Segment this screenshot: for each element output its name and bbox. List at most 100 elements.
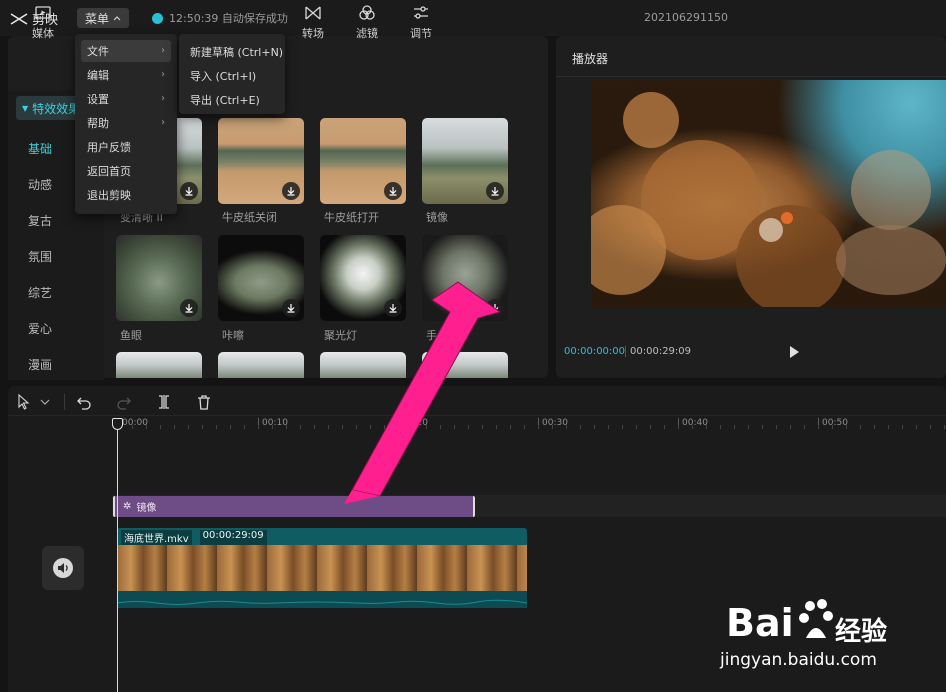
ruler-minor-tick <box>706 425 707 429</box>
category-love[interactable]: 爱心 <box>28 320 52 337</box>
menu-item-file[interactable]: 文件 › <box>81 40 171 62</box>
effect-thumb-kraft-open[interactable] <box>320 118 406 204</box>
split-icon[interactable] <box>156 394 172 410</box>
menu-item-edit-label: 编辑 <box>87 69 109 82</box>
download-icon[interactable] <box>384 182 402 200</box>
watermark-jingyan: 经验 <box>835 617 888 647</box>
effect-thumb-mirror[interactable] <box>422 118 508 204</box>
ruler-minor-tick <box>300 425 301 429</box>
menu-item-home[interactable]: 返回首页 <box>81 160 171 182</box>
menu-item-settings-label: 设置 <box>87 93 109 106</box>
menu-item-feedback[interactable]: 用户反馈 <box>81 136 171 158</box>
menu-item-settings[interactable]: 设置 › <box>81 88 171 110</box>
chevron-right-icon: › <box>161 93 165 104</box>
adjust-icon <box>414 6 428 19</box>
category-atmosphere[interactable]: 氛围 <box>28 248 52 265</box>
playhead-handle[interactable] <box>112 418 123 430</box>
delete-icon[interactable] <box>196 394 212 410</box>
menu-item-exit[interactable]: 退出剪映 <box>81 184 171 206</box>
autosave-status: 12:50:39 自动保存成功 <box>152 10 288 26</box>
effect-thumb-click[interactable] <box>218 235 304 321</box>
undo-icon[interactable] <box>76 394 92 410</box>
effect-thumb-row3-1[interactable] <box>116 352 202 378</box>
time-ruler[interactable] <box>112 416 946 430</box>
effect-thumb-kraft-close[interactable] <box>218 118 304 204</box>
ruler-minor-tick <box>832 425 833 429</box>
chevron-up-icon <box>113 16 121 21</box>
ruler-minor-tick <box>622 425 623 429</box>
chevron-right-icon: › <box>161 45 165 56</box>
select-cursor-icon[interactable] <box>16 394 32 410</box>
download-icon[interactable] <box>180 182 198 200</box>
coral-reef-image <box>591 92 946 307</box>
ruler-minor-tick <box>678 425 679 429</box>
ruler-minor-tick <box>160 425 161 429</box>
submenu-import[interactable]: 导入 (Ctrl+I) <box>190 68 256 84</box>
chevron-right-icon: › <box>161 69 165 80</box>
play-icon[interactable] <box>788 345 800 359</box>
main-menu-dropdown: 文件 › 编辑 › 设置 › 帮助 › 用户反馈 返回首页 退出剪映 <box>75 34 177 214</box>
download-icon[interactable] <box>282 182 300 200</box>
ruler-label: 00:40 <box>682 418 708 428</box>
ruler-minor-tick <box>216 425 217 429</box>
watermark-site: jingyan.baidu.com <box>720 650 877 670</box>
ruler-label: 00:30 <box>542 418 568 428</box>
ruler-minor-tick <box>888 425 889 429</box>
menu-item-help[interactable]: 帮助 › <box>81 112 171 134</box>
video-clip-header: 海底世界.mkv 00:00:29:09 <box>121 530 267 545</box>
ruler-minor-tick <box>734 425 735 429</box>
ruler-minor-tick <box>538 425 539 429</box>
ruler-minor-tick <box>790 425 791 429</box>
ruler-minor-tick <box>552 425 553 429</box>
category-basic[interactable]: 基础 <box>28 140 52 157</box>
ruler-label: 00:00 <box>122 418 148 428</box>
filter-icon <box>359 5 375 20</box>
effect-thumb-row3-2[interactable] <box>218 352 304 378</box>
menu-item-help-label: 帮助 <box>87 117 109 130</box>
mute-track-button[interactable] <box>42 546 84 590</box>
submenu-export[interactable]: 导出 (Ctrl+E) <box>190 92 260 108</box>
category-comic[interactable]: 漫画 <box>28 356 52 373</box>
clip-filmstrip <box>117 545 527 591</box>
ruler-minor-tick <box>174 425 175 429</box>
effect-label-fisheye: 鱼眼 <box>120 329 142 342</box>
transition-icon <box>305 6 321 20</box>
chevron-down-icon[interactable] <box>40 398 50 406</box>
category-retro[interactable]: 复古 <box>28 212 52 229</box>
check-circle-icon <box>152 12 163 24</box>
ruler-minor-tick <box>580 425 581 429</box>
effect-thumb-fisheye[interactable] <box>116 235 202 321</box>
chevron-right-icon: › <box>161 117 165 128</box>
project-name: 202106291150 <box>644 11 728 24</box>
effect-label-kraft-close: 牛皮纸关闭 <box>222 211 277 224</box>
tool-media[interactable]: 媒体 <box>18 4 68 44</box>
menu-item-edit[interactable]: 编辑 › <box>81 64 171 86</box>
redo-icon[interactable] <box>116 394 132 410</box>
video-clip-duration: 00:00:29:09 <box>199 530 267 545</box>
tool-filter[interactable]: 滤镜 <box>342 4 392 44</box>
menu-button[interactable]: 菜单 <box>77 8 129 28</box>
video-preview[interactable] <box>591 80 946 307</box>
category-dynamic[interactable]: 动感 <box>28 176 52 193</box>
submenu-new-draft[interactable]: 新建草稿 (Ctrl+N) <box>190 44 283 60</box>
category-variety[interactable]: 综艺 <box>28 284 52 301</box>
effect-clip-label: 镜像 <box>136 503 157 514</box>
effect-label-mirror: 镜像 <box>426 211 448 224</box>
ruler-minor-tick <box>804 425 805 429</box>
ruler-minor-tick <box>244 425 245 429</box>
tool-transition[interactable]: 转场 <box>288 4 338 44</box>
total-time: 00:00:29:09 <box>630 346 692 357</box>
download-icon[interactable] <box>486 182 504 200</box>
download-icon[interactable] <box>282 299 300 317</box>
menu-item-file-label: 文件 <box>87 45 109 58</box>
ruler-minor-tick <box>286 425 287 429</box>
playhead-line[interactable] <box>117 418 118 692</box>
effect-label-click: 咔嚓 <box>222 329 244 342</box>
ruler-minor-tick <box>664 425 665 429</box>
download-icon[interactable] <box>180 299 198 317</box>
ruler-minor-tick <box>916 425 917 429</box>
ruler-label: 00:50 <box>822 418 848 428</box>
ruler-minor-tick <box>202 425 203 429</box>
tool-adjust[interactable]: 调节 <box>396 4 446 44</box>
player-divider <box>556 76 946 77</box>
